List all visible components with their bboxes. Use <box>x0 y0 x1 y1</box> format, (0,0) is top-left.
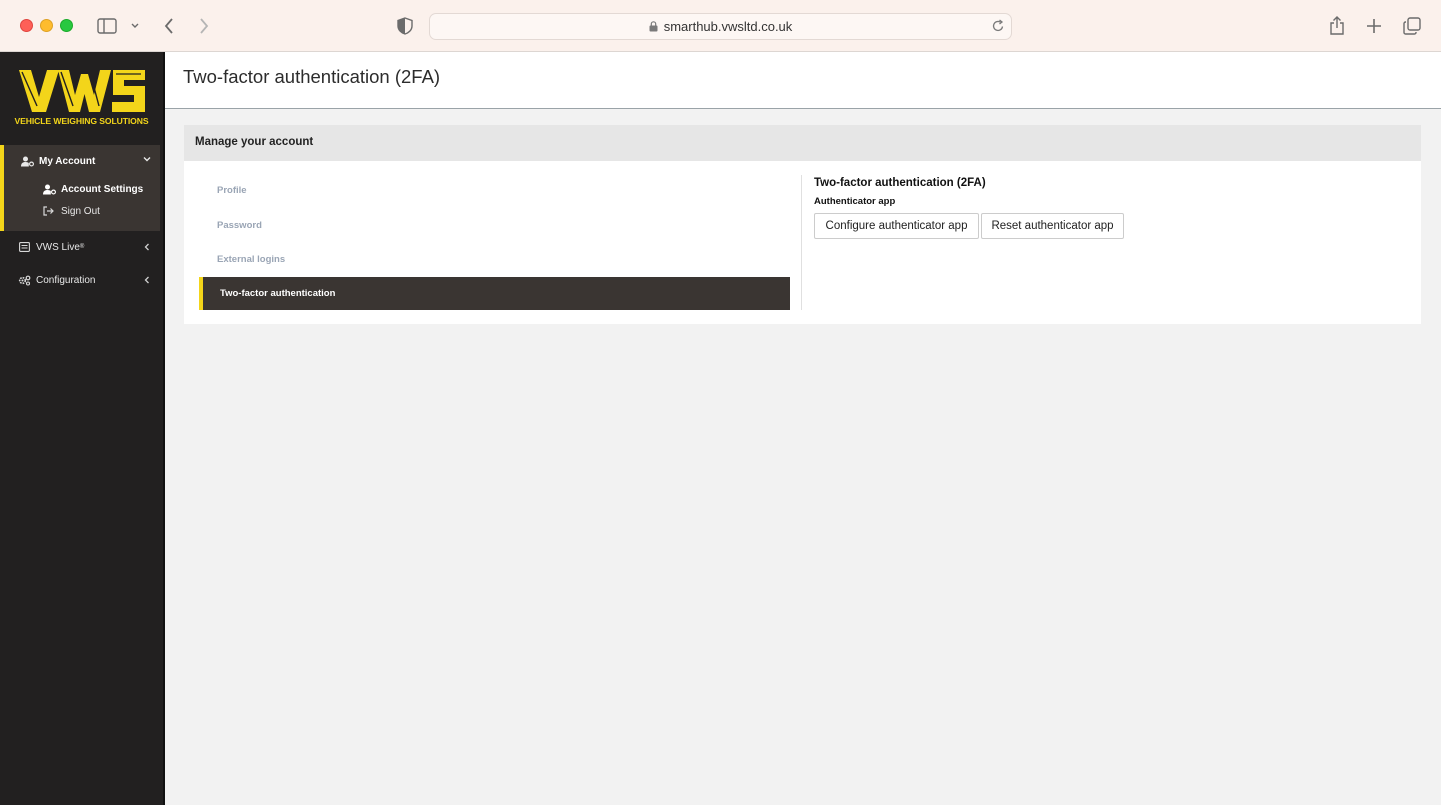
logo-tagline: VEHICLE WEIGHING SOLUTIONS <box>14 116 149 126</box>
reload-icon[interactable] <box>992 19 1005 33</box>
cogs-icon <box>17 274 31 286</box>
lock-icon <box>649 21 658 32</box>
manage-account-card: Manage your account Profile Password Ext… <box>184 125 1421 324</box>
card-header: Manage your account <box>184 125 1421 161</box>
sidebar: VEHICLE WEIGHING SOLUTIONS My Account Ac… <box>0 52 165 805</box>
page-header: Two-factor authentication (2FA) <box>165 52 1441 109</box>
sidebar-item-account-settings[interactable]: Account Settings <box>42 183 143 195</box>
browser-toolbar: smarthub.vwsltd.co.uk <box>0 0 1441 52</box>
reset-authenticator-app-button[interactable]: Reset authenticator app <box>981 213 1124 239</box>
tab-profile[interactable]: Profile <box>217 185 247 196</box>
vws-logo-mark <box>19 70 145 112</box>
sign-out-icon <box>42 205 56 217</box>
section-title: Two-factor authentication (2FA) <box>814 177 986 189</box>
sidebar-item-configuration[interactable]: Configuration <box>17 274 95 286</box>
tab-two-factor-authentication[interactable]: Two-factor authentication <box>199 277 790 310</box>
back-icon[interactable] <box>160 14 178 38</box>
sidebar-toggle-icon[interactable] <box>96 14 118 38</box>
window-minimize-button[interactable] <box>40 19 53 32</box>
page-title: Two-factor authentication (2FA) <box>183 66 441 87</box>
chevron-left-icon[interactable] <box>144 243 150 254</box>
tab-overview-icon[interactable] <box>1401 14 1423 38</box>
address-bar[interactable]: smarthub.vwsltd.co.uk <box>429 13 1012 40</box>
new-tab-icon[interactable] <box>1364 14 1384 38</box>
sidebar-item-vws-live[interactable]: VWS Live ® <box>17 241 84 253</box>
vws-logo[interactable]: VEHICLE WEIGHING SOLUTIONS <box>0 52 163 144</box>
chevron-down-icon[interactable] <box>143 155 151 166</box>
forward-icon[interactable] <box>195 14 213 38</box>
window-zoom-button[interactable] <box>60 19 73 32</box>
user-cog-icon <box>42 183 56 195</box>
window-close-button[interactable] <box>20 19 33 32</box>
column-divider <box>801 175 802 310</box>
card-heading: Manage your account <box>195 136 314 148</box>
tab-external-logins[interactable]: External logins <box>217 254 285 265</box>
tab-password[interactable]: Password <box>217 220 262 231</box>
main-content: Two-factor authentication (2FA) Manage y… <box>165 52 1441 805</box>
section-subtitle: Authenticator app <box>814 196 896 207</box>
share-icon[interactable] <box>1327 14 1347 38</box>
user-cog-icon <box>20 155 34 167</box>
list-icon <box>17 241 31 253</box>
configure-authenticator-app-button[interactable]: Configure authenticator app <box>814 213 979 239</box>
url-text: smarthub.vwsltd.co.uk <box>663 19 793 34</box>
privacy-shield-icon[interactable] <box>396 14 414 38</box>
chevron-down-icon[interactable] <box>129 14 141 38</box>
chevron-left-icon[interactable] <box>144 276 150 287</box>
sidebar-item-sign-out[interactable]: Sign Out <box>42 205 100 217</box>
sidebar-item-my-account[interactable]: My Account <box>20 155 95 167</box>
